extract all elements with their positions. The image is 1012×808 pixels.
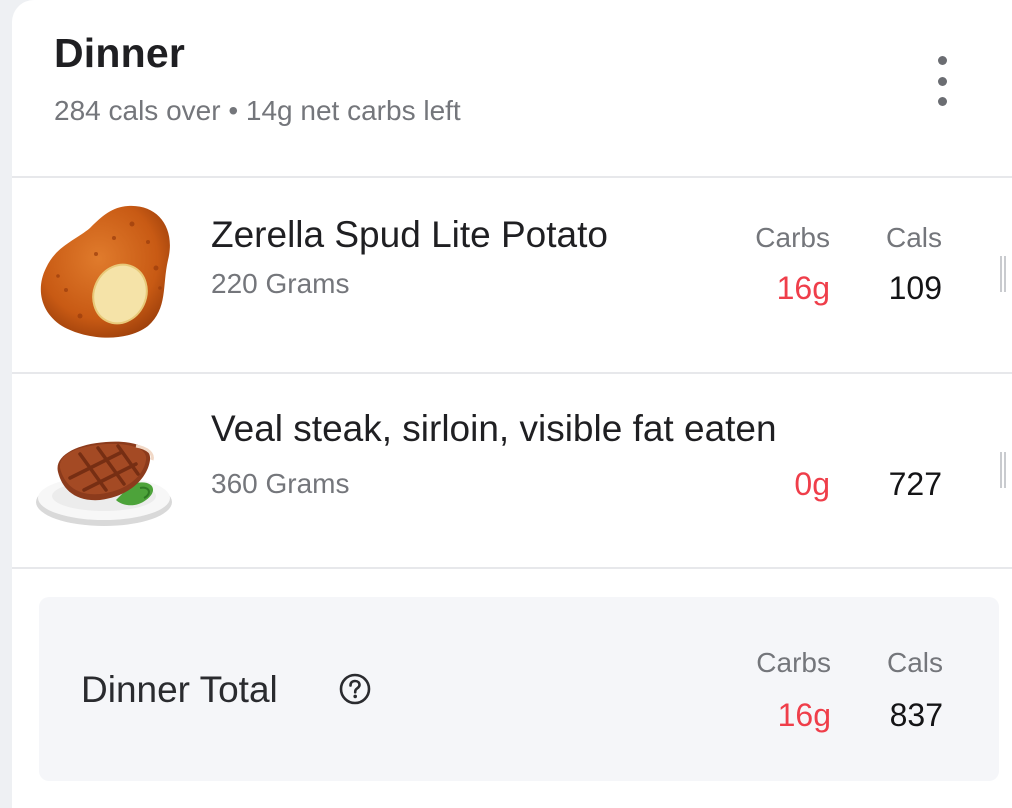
food-serving: 220 Grams xyxy=(211,268,350,299)
question-circle-icon[interactable] xyxy=(339,673,371,705)
carbs-value: 16g xyxy=(776,270,830,306)
food-row-steak[interactable]: Veal steak, sirloin, visible fat eaten 3… xyxy=(12,374,1012,568)
drag-handle[interactable] xyxy=(1000,452,1006,488)
meal-header: Dinner 284 cals over • 14g net carbs lef… xyxy=(12,0,1012,176)
meal-summary: 284 cals over • 14g net carbs left xyxy=(54,95,461,126)
meal-title: Dinner xyxy=(54,30,186,76)
more-options-button[interactable] xyxy=(924,56,960,106)
carbs-value: 0g xyxy=(794,466,830,502)
total-label: Dinner Total xyxy=(81,669,278,710)
potato-icon xyxy=(40,205,170,338)
carbs-label: Carbs xyxy=(756,647,831,678)
meal-card: Dinner 284 cals over • 14g net carbs lef… xyxy=(12,0,1012,808)
food-name: Zerella Spud Lite Potato xyxy=(211,214,608,255)
carbs-label: Carbs xyxy=(755,222,830,253)
total-carbs-value: 16g xyxy=(777,697,831,733)
cals-value: 109 xyxy=(888,270,942,306)
cals-label: Cals xyxy=(886,647,943,678)
more-vertical-icon-dot xyxy=(937,97,947,106)
drag-handle[interactable] xyxy=(1000,256,1006,292)
food-serving: 360 Grams xyxy=(211,468,350,499)
more-vertical-icon-dot xyxy=(937,76,947,86)
meal-total-panel: Dinner Total Carbs Cals 16g 837 xyxy=(39,597,999,781)
steak-icon xyxy=(36,441,172,526)
cals-value: 727 xyxy=(888,466,942,502)
more-vertical-icon xyxy=(937,56,947,65)
total-cals-value: 837 xyxy=(889,697,943,733)
food-name: Veal steak, sirloin, visible fat eaten xyxy=(211,408,777,449)
divider xyxy=(12,567,1012,569)
food-row-potato[interactable]: Zerella Spud Lite Potato 220 Grams Carbs… xyxy=(12,178,1012,372)
cals-label: Cals xyxy=(885,222,942,253)
